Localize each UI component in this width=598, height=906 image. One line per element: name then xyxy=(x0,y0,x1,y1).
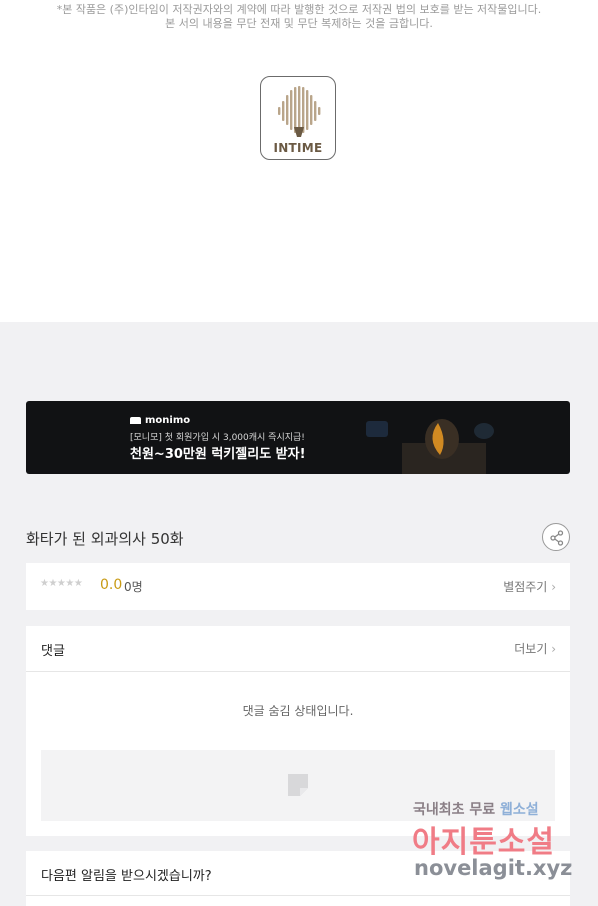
watermark-line-2: 아지툰소설 xyxy=(412,825,555,860)
watermark-line-1: 국내최초 무료 웹소설 xyxy=(413,799,539,819)
ad-headline: 천원~30만원 럭키젤리도 받자! xyxy=(130,447,306,462)
rating-card: ★★★★★ 0.0 0명 별점주기 › xyxy=(26,563,570,610)
comments-more-label: 더보기 xyxy=(514,642,548,656)
chevron-right-icon: › xyxy=(551,642,556,656)
copyright-line-1: *본 작품은 (주)인타임이 저작권자와의 계약에 따라 발행한 것으로 저작권… xyxy=(56,3,542,16)
ad-jelly-illustration-icon xyxy=(366,419,494,474)
watermark-highlight: 웹소설 xyxy=(500,802,539,818)
publisher-logo: INTIME xyxy=(260,76,336,160)
share-icon xyxy=(550,530,564,546)
comments-header: 댓글 더보기 › xyxy=(26,626,570,672)
ad-subtitle: [모니모] 첫 회원가입 시 3,000캐시 즉시지급! xyxy=(130,433,305,443)
divider xyxy=(26,895,570,896)
notify-question: 다음편 알림을 받으시겠습니까? xyxy=(41,869,212,884)
comments-hidden-message: 댓글 숨김 상태입니다. xyxy=(242,704,354,718)
episode-title: 화타가 된 외과의사 50화 xyxy=(26,530,184,548)
chevron-right-icon: › xyxy=(551,580,556,594)
watermark-tagline: 국내최초 무료 xyxy=(413,802,496,818)
comments-more-button[interactable]: 더보기 › xyxy=(514,640,556,657)
ad-banner[interactable]: monimo [모니모] 첫 회원가입 시 3,000캐시 즉시지급! 천원~3… xyxy=(26,401,570,474)
rating-stars: ★★★★★ xyxy=(40,578,83,589)
watermark-line-3: novelagit.xyz xyxy=(414,856,573,880)
copyright-line-2: 본 서의 내용을 무단 전재 및 무단 복제하는 것을 금합니다. xyxy=(165,17,433,30)
share-button[interactable] xyxy=(542,523,570,551)
ad-brand-label: monimo xyxy=(145,415,191,426)
rate-button[interactable]: 별점주기 › xyxy=(503,578,556,595)
comment-icon xyxy=(288,774,308,796)
rating-count: 0명 xyxy=(124,580,143,594)
rating-score: 0.0 xyxy=(100,577,123,593)
comments-title: 댓글 xyxy=(41,644,65,659)
rate-button-label: 별점주기 xyxy=(503,580,548,594)
end-of-episode-section: *본 작품은 (주)인타임이 저작권자와의 계약에 따라 발행한 것으로 저작권… xyxy=(0,0,598,322)
logo-text: INTIME xyxy=(273,141,323,155)
monimo-logo-icon xyxy=(130,417,141,424)
site-watermark: 국내최초 무료 웹소설 아지툰소설 novelagit.xyz xyxy=(410,799,596,889)
ad-brand: monimo xyxy=(130,415,190,426)
copyright-notice: *본 작품은 (주)인타임이 저작권자와의 계약에 따라 발행한 것으로 저작권… xyxy=(0,3,598,31)
episode-title-row: 화타가 된 외과의사 50화 xyxy=(26,521,570,553)
